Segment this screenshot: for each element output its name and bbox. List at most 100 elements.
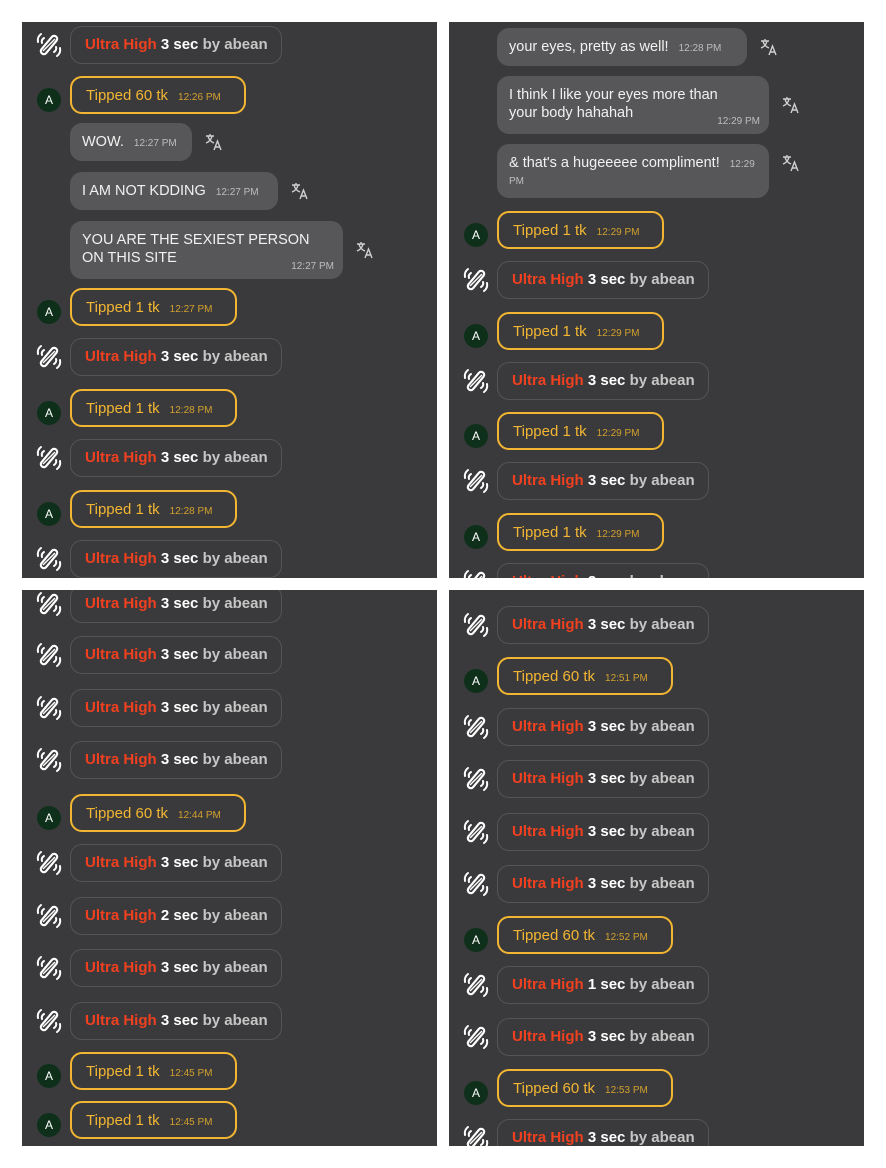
vibrate-icon xyxy=(462,870,490,898)
vibrate-icon xyxy=(35,641,63,669)
vibrate-icon xyxy=(462,568,490,578)
chat-panel-3[interactable]: Ultra High 3 sec by abean Ultra High 3 se… xyxy=(22,590,437,1146)
avatar[interactable]: A xyxy=(464,669,488,693)
vibe-duration: 3 xyxy=(587,372,597,389)
vibe-pill: Ultra High 3 sec by abean xyxy=(497,462,709,500)
avatar[interactable]: A xyxy=(37,88,61,112)
vibe-level: Ultra High xyxy=(85,1012,157,1029)
vibe-level: Ultra High xyxy=(512,1129,584,1146)
message-bubble[interactable]: your eyes, pretty as well! 12:28 PM xyxy=(497,28,747,66)
tip-label: Tipped xyxy=(86,400,132,417)
vibrate-icon xyxy=(35,902,63,930)
translate-icon[interactable] xyxy=(355,240,375,260)
chat-panel-2[interactable]: your eyes, pretty as well! 12:28 PM I thin… xyxy=(449,22,864,578)
avatar[interactable]: A xyxy=(37,1113,61,1137)
tip-label: Tipped xyxy=(513,222,559,239)
vibrate-icon xyxy=(462,1124,490,1146)
message-text: I AM NOT KDDING xyxy=(82,183,206,199)
vibe-event-row: Ultra High 3 sec by abean xyxy=(22,688,437,728)
timestamp: 12:29 PM xyxy=(596,328,640,339)
vibe-event-row: Ultra High 3 sec by abean xyxy=(22,539,437,578)
tip-pill: Tipped 1 tk 12:28 PM xyxy=(70,389,237,427)
vibe-pill: Ultra High 3 sec by abean xyxy=(70,949,282,987)
vibe-duration: 3 xyxy=(160,550,170,567)
vibe-duration: 3 xyxy=(160,646,170,663)
sec-label: sec xyxy=(173,907,199,924)
avatar[interactable]: A xyxy=(37,806,61,830)
vibe-pill: Ultra High 3 sec by abean xyxy=(70,590,282,623)
sec-label: sec xyxy=(600,271,626,288)
by-label: by xyxy=(629,1028,648,1045)
message-bubble[interactable]: I AM NOT KDDING 12:27 PM xyxy=(70,172,278,210)
username: abean xyxy=(224,449,268,466)
vibe-duration: 3 xyxy=(160,595,170,612)
avatar[interactable]: A xyxy=(464,1081,488,1105)
token-unit: tk xyxy=(148,1112,160,1129)
username: abean xyxy=(651,1028,695,1045)
username: abean xyxy=(651,616,695,633)
avatar[interactable]: A xyxy=(464,223,488,247)
sec-label: sec xyxy=(173,1012,199,1029)
avatar[interactable]: A xyxy=(37,1064,61,1088)
tip-pill: Tipped 60 tk 12:52 PM xyxy=(497,916,673,954)
tip-pill: Tipped 60 tk 12:44 PM xyxy=(70,794,246,832)
vibe-pill: Ultra High 3 sec by abean xyxy=(497,606,709,644)
tip-amount: 1 xyxy=(562,222,571,239)
vibe-pill: Ultra High 3 sec by abean xyxy=(497,760,709,798)
avatar[interactable]: A xyxy=(464,324,488,348)
tip-event-row: A Tipped 1 tk 12:28 PM xyxy=(22,489,437,529)
timestamp: 12:27 PM xyxy=(291,261,334,272)
translate-icon[interactable] xyxy=(759,37,779,57)
timestamp: 12:29 PM xyxy=(596,428,640,439)
token-unit: tk xyxy=(583,668,596,685)
vibrate-icon xyxy=(35,954,63,982)
translate-icon[interactable] xyxy=(781,153,801,173)
avatar[interactable]: A xyxy=(37,502,61,526)
chat-panel-4[interactable]: Ultra High 3 sec by abean A Tipped 60 tk 12… xyxy=(449,590,864,1146)
sec-label: sec xyxy=(600,372,626,389)
avatar[interactable]: A xyxy=(464,525,488,549)
vibe-level: Ultra High xyxy=(85,550,157,567)
vibrate-icon xyxy=(462,266,490,294)
vibe-event-row: Ultra High 3 sec by abean xyxy=(449,605,864,645)
token-unit: tk xyxy=(583,927,596,944)
token-unit: tk xyxy=(148,299,160,316)
vibe-level: Ultra High xyxy=(85,959,157,976)
username: abean xyxy=(224,595,268,612)
chat-panel-1[interactable]: Ultra High 3 sec by abean A Tipped 60 tk 12… xyxy=(22,22,437,578)
message-bubble[interactable]: WOW. 12:27 PM xyxy=(70,123,192,161)
vibe-event-row: Ultra High 3 sec by abean xyxy=(22,337,437,377)
translate-icon[interactable] xyxy=(204,132,224,152)
translate-icon[interactable] xyxy=(290,181,310,201)
avatar[interactable]: A xyxy=(37,300,61,324)
sec-label: sec xyxy=(173,854,199,871)
avatar[interactable]: A xyxy=(464,928,488,952)
tip-label: Tipped xyxy=(86,299,132,316)
by-label: by xyxy=(202,1012,221,1029)
vibe-duration: 3 xyxy=(588,573,596,578)
vibe-duration: 1 xyxy=(587,976,597,993)
vibe-event-row: Ultra High 3 sec by abean xyxy=(449,1017,864,1057)
tip-amount: 1 xyxy=(135,1063,144,1080)
vibe-duration: 3 xyxy=(160,854,170,871)
vibe-level: Ultra High xyxy=(512,770,584,787)
by-label: by xyxy=(202,751,221,768)
message-bubble[interactable]: & that's a hugeeeee compliment! 12:29 PM xyxy=(497,144,769,198)
vibe-level: Ultra High xyxy=(85,646,157,663)
message-bubble[interactable]: I think I like your eyes more than your … xyxy=(497,76,769,134)
vibrate-icon xyxy=(35,444,63,472)
sec-label: sec xyxy=(600,770,626,787)
translate-icon[interactable] xyxy=(781,95,801,115)
tip-label: Tipped xyxy=(86,1063,132,1080)
avatar[interactable]: A xyxy=(464,424,488,448)
by-label: by xyxy=(202,36,221,53)
vibe-event-row: Ultra High 3 sec by abean xyxy=(449,707,864,747)
vibe-duration: 3 xyxy=(587,718,597,735)
tip-event-row: A Tipped 1 tk 12:29 PM xyxy=(449,411,864,451)
avatar[interactable]: A xyxy=(37,401,61,425)
by-label: by xyxy=(629,1129,648,1146)
tip-label: Tipped xyxy=(513,1080,559,1097)
sec-label: sec xyxy=(600,875,626,892)
message-bubble[interactable]: YOU ARE THE SEXIEST PERSON ON THIS SITE 1… xyxy=(70,221,343,279)
by-label: by xyxy=(202,646,221,663)
